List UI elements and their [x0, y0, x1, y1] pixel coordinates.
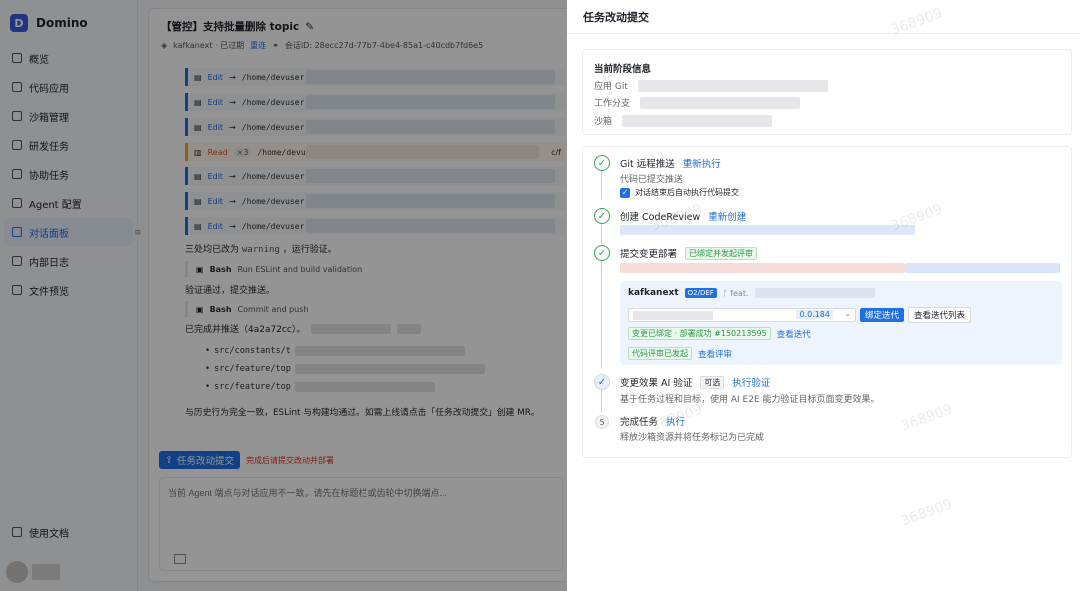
redacted-block: [620, 263, 905, 273]
check-icon: ✓: [594, 155, 610, 171]
run-verify-button[interactable]: 执行验证: [732, 375, 770, 389]
modal-overlay[interactable]: [0, 0, 567, 591]
stage-heading: 当前阶段信息: [594, 64, 652, 75]
stage-row-branch: 工作分支: [594, 96, 801, 109]
step-title: Git 远程推送: [620, 159, 675, 170]
step-ai-verify: 变更效果 AI 验证 可选 执行验证: [620, 375, 770, 389]
review-status-badge: 代码评审已发起: [628, 347, 692, 360]
branch-name: feat.: [730, 288, 749, 298]
redacted-block: [633, 311, 713, 320]
task-submit-drawer: 任务改动提交 当前阶段信息 应用 Git 工作分支 沙箱 ✓ Git 远程推送重…: [567, 0, 1080, 591]
checkbox-checked-icon[interactable]: ✓: [620, 187, 630, 198]
step-deploy: 提交变更部署 已绑定并发起评审: [620, 246, 758, 260]
deploy-status-badge: 变更已绑定 · 部署成功 #150213595: [628, 327, 771, 340]
chevron-down-icon: ⌄: [844, 309, 851, 318]
deploy-app-name: kafkanext: [628, 288, 679, 298]
step-connector: [601, 171, 602, 199]
row-label: 沙箱: [594, 117, 613, 127]
step-desc: 释放沙箱资源并将任务标记为已完成: [620, 433, 765, 443]
steps-card: ✓ Git 远程推送 重新执行 代码已提交推送 ✓ 对话结束后自动执行代码提交 ✓ …: [582, 146, 1072, 458]
step-title: 变更效果 AI 验证: [620, 378, 693, 389]
step-title: 完成任务: [620, 417, 659, 428]
row-label: 应用 Git: [594, 82, 628, 92]
step-connector: [601, 224, 602, 244]
redacted-link: [620, 225, 915, 235]
step-desc: 代码已提交推送: [620, 175, 684, 185]
view-iteration-link[interactable]: 查看迭代: [777, 328, 811, 340]
recreate-button[interactable]: 重新创建: [708, 209, 746, 223]
execute-button[interactable]: 执行: [666, 414, 685, 428]
step-title: 创建 CodeReview: [620, 212, 701, 223]
deploy-status-row: 变更已绑定 · 部署成功 #150213595 查看迭代: [628, 327, 811, 340]
divider: [567, 33, 1080, 34]
stage-row-sandbox: 沙箱: [594, 114, 773, 127]
step-desc: 基于任务过程和目标，使用 AI E2E 能力验证目标页面变更效果。: [620, 395, 880, 405]
step-number-icon: 5: [595, 415, 609, 429]
step-connector: [601, 390, 602, 412]
drawer-title: 任务改动提交: [583, 11, 649, 24]
step-git-push: Git 远程推送 重新执行: [620, 156, 721, 170]
auto-commit-option[interactable]: ✓ 对话结束后自动执行代码提交: [620, 187, 739, 198]
bind-iteration-button[interactable]: 绑定迭代: [860, 308, 905, 322]
step-title: 提交变更部署: [620, 249, 678, 260]
branch-label: ᚴ feat.: [723, 289, 749, 298]
iteration-select[interactable]: 0.0.184 ⌄: [628, 308, 856, 322]
optional-badge: 可选: [700, 375, 725, 389]
version-tag: 0.0.184: [796, 310, 833, 319]
stage-row-git: 应用 Git: [594, 79, 828, 92]
checkbox-label: 对话结束后自动执行代码提交: [635, 188, 739, 197]
step-complete: 完成任务 执行: [620, 414, 685, 428]
step-codereview: 创建 CodeReview 重新创建: [620, 209, 746, 223]
deploy-header: kafkanext O2/DEF ᚴ feat.: [628, 288, 875, 298]
redacted-block: [905, 263, 1060, 273]
check-icon: ✓: [594, 208, 610, 224]
view-review-link[interactable]: 查看评审: [698, 348, 732, 360]
deploy-box: kafkanext O2/DEF ᚴ feat. 0.0.184 ⌄ 绑定迭代 查…: [620, 281, 1062, 365]
status-badge: 已绑定并发起评审: [685, 246, 758, 260]
row-label: 工作分支: [594, 99, 631, 109]
redacted-block: [754, 288, 875, 298]
iteration-row: 0.0.184 ⌄ 绑定迭代 查看迭代列表: [628, 307, 972, 323]
redacted-value: [637, 79, 828, 92]
step-connector: [601, 261, 602, 369]
rerun-button[interactable]: 重新执行: [683, 156, 721, 170]
review-status-row: 代码评审已发起 查看评审: [628, 347, 732, 360]
check-icon: ✓: [594, 245, 610, 261]
iteration-list-button[interactable]: 查看迭代列表: [908, 307, 972, 323]
env-badge: O2/DEF: [684, 288, 717, 298]
redacted-value: [640, 96, 801, 109]
redacted-value: [622, 114, 773, 127]
check-light-icon: ✓: [594, 374, 610, 390]
stage-info-card: 当前阶段信息 应用 Git 工作分支 沙箱: [582, 49, 1072, 135]
